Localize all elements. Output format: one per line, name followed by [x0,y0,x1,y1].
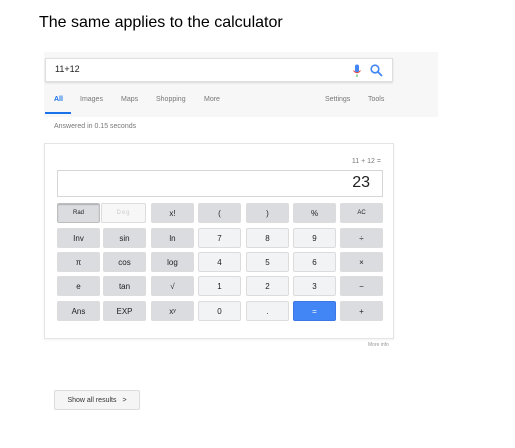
calculator-expression: 11 + 12 = [351,158,381,165]
key-ln[interactable]: ln [151,228,194,248]
key-0[interactable]: 0 [198,301,241,321]
calculator-display: 23 [57,170,383,197]
tab-shopping[interactable]: Shopping [156,96,186,103]
key-decimal[interactable]: . [246,301,289,321]
key-pi[interactable]: π [57,252,100,272]
key-5[interactable]: 5 [246,252,289,272]
tab-settings[interactable]: Settings [325,96,350,103]
key-8[interactable]: 8 [246,228,289,248]
deg-label: Deg [116,210,131,216]
key-open-paren[interactable]: ( [198,203,241,223]
key-deg[interactable]: Deg [101,203,146,223]
mic-icon[interactable] [352,64,362,78]
key-multiply[interactable]: × [340,252,383,272]
key-6[interactable]: 6 [293,252,336,272]
key-9[interactable]: 9 [293,228,336,248]
key-ans[interactable]: Ans [57,301,100,321]
caption: The same applies to the calculator [39,14,283,31]
key-factorial[interactable]: x! [151,203,194,223]
key-1[interactable]: 1 [198,276,241,296]
tab-more[interactable]: More [204,96,220,103]
key-equals[interactable]: = [293,301,336,321]
key-minus[interactable]: − [340,276,383,296]
key-divide[interactable]: ÷ [340,228,383,248]
key-cos[interactable]: cos [103,252,146,272]
tab-images[interactable]: Images [80,96,103,103]
calculator-result: 23 [352,174,370,191]
show-all-label: Show all results [67,396,117,404]
key-2[interactable]: 2 [246,276,289,296]
calculator-card: 11 + 12 = 23 Rad Deg x! ( ) % AC Inv sin… [44,143,394,339]
key-4[interactable]: 4 [198,252,241,272]
tab-maps[interactable]: Maps [121,96,138,103]
key-3[interactable]: 3 [293,276,336,296]
key-sqrt[interactable]: √ [151,276,194,296]
search-input[interactable]: 11+12 [55,64,80,74]
key-log[interactable]: log [151,252,194,272]
tab-all[interactable]: All [54,96,63,103]
key-ac[interactable]: AC [340,203,383,223]
key-inv[interactable]: Inv [57,228,100,248]
key-e[interactable]: e [57,276,100,296]
key-exp[interactable]: EXP [103,301,146,321]
key-rad[interactable]: Rad [57,203,100,223]
active-tab-underline [45,112,71,114]
key-close-paren[interactable]: ) [246,203,289,223]
search-icon[interactable] [370,64,383,77]
key-power[interactable]: xʸ [151,301,194,321]
key-sin[interactable]: sin [103,228,146,248]
more-info-link[interactable]: More info [368,342,389,348]
key-plus[interactable]: + [340,301,383,321]
show-all-results-button[interactable]: Show all results > [54,390,140,410]
search-box[interactable]: 11+12 [45,58,393,82]
key-percent[interactable]: % [293,203,336,223]
chevron-right-icon: > [122,396,127,404]
answered-time: Answered in 0.15 seconds [54,123,137,130]
key-tan[interactable]: tan [103,276,146,296]
key-7[interactable]: 7 [198,228,241,248]
tab-tools[interactable]: Tools [368,96,384,103]
